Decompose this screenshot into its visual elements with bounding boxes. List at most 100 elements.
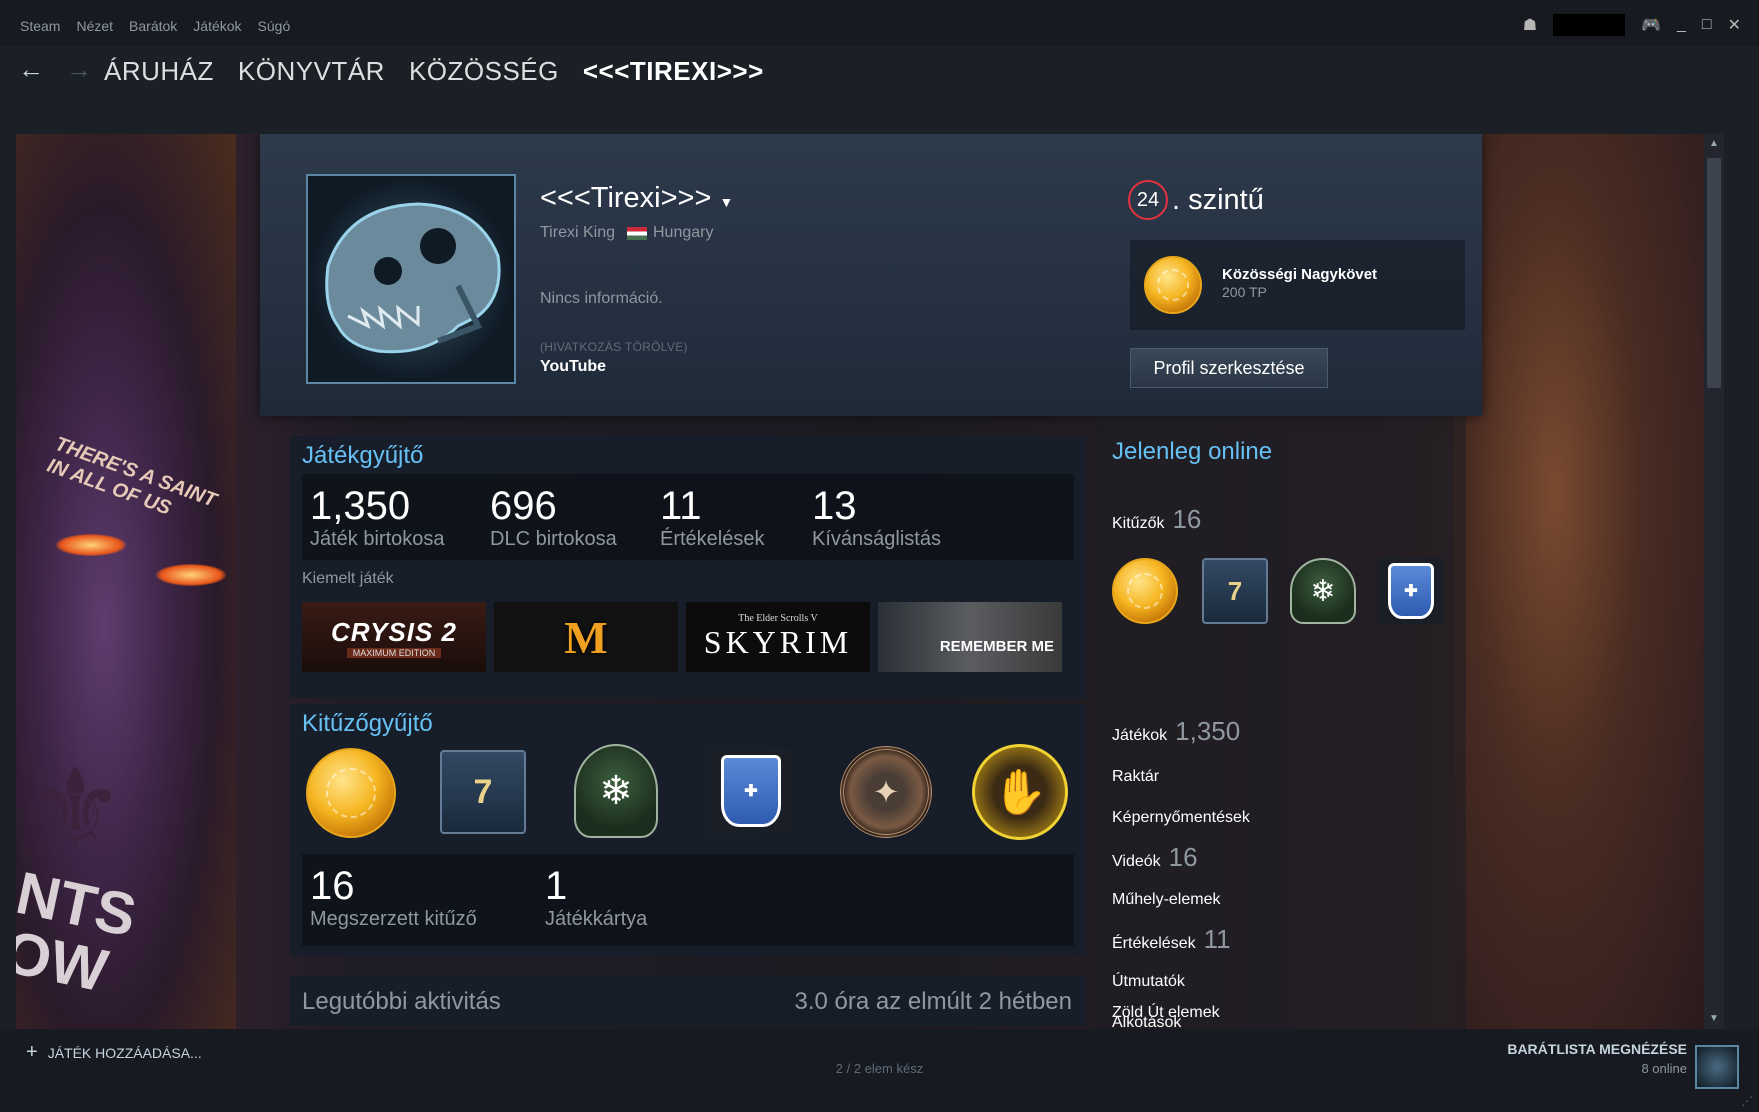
real-name-row: Tirexi King Hungary bbox=[540, 224, 713, 242]
friends-list-label: BARÁTLISTA MEGNÉZÉSE bbox=[1507, 1041, 1687, 1057]
stat-games-owned[interactable]: 1,350 Játék birtokosa bbox=[310, 484, 445, 551]
profile-sidebar: Jelenleg online Kitűzők 16 7 ❄ ✚ Játékok… bbox=[1096, 416, 1466, 1029]
fleur-de-lis-icon: ⚜ bbox=[26, 747, 125, 870]
snow-globe-icon[interactable]: ❄ bbox=[574, 744, 658, 838]
sidebar-inventory[interactable]: Raktár bbox=[1112, 768, 1159, 786]
favorite-badge-name: Közösségi Nagykövet bbox=[1222, 266, 1378, 283]
stat-wishlist[interactable]: 13 Kívánságlistás bbox=[812, 484, 941, 551]
featured-games-label: Kiemelt játék bbox=[302, 570, 394, 587]
stat-reviews[interactable]: 11 Értékelések bbox=[660, 484, 765, 551]
sidebar-count: 1,350 bbox=[1175, 716, 1241, 746]
shield-badge-icon[interactable]: ✚ bbox=[1378, 558, 1444, 624]
sidebar-label: Kitűzők bbox=[1112, 515, 1165, 532]
profile-page: THERE'S A SAINT IN ALL OF US ⚜ NTS OW <<… bbox=[16, 134, 1724, 1029]
nav-links: ÁRUHÁZ KÖNYVTÁR KÖZÖSSÉG <<<TIREXI>>> bbox=[104, 56, 764, 87]
wreath-badge-icon[interactable]: ✦ bbox=[840, 746, 932, 838]
nav-store[interactable]: ÁRUHÁZ bbox=[104, 56, 214, 87]
sidebar-videos[interactable]: Videók 16 bbox=[1112, 842, 1198, 873]
featured-game-crysis2[interactable]: CRYSIS 2 MAXIMUM EDITION bbox=[302, 602, 486, 672]
back-arrow-icon[interactable]: ← bbox=[18, 54, 44, 85]
sidebar-label: Értékelések bbox=[1112, 935, 1196, 952]
sidebar-guides[interactable]: Útmutatók bbox=[1112, 973, 1185, 991]
featured-game-skyrim[interactable]: The Elder Scrolls V SKYRIM bbox=[686, 602, 870, 672]
hungary-flag-icon bbox=[626, 226, 647, 240]
sidebar-badges[interactable]: Kitűzők 16 bbox=[1112, 504, 1201, 535]
background-art-left: THERE'S A SAINT IN ALL OF US ⚜ NTS OW bbox=[16, 134, 236, 1029]
trex-skull-icon bbox=[325, 202, 501, 354]
avatar[interactable] bbox=[306, 174, 516, 384]
recent-activity-title: Legutóbbi aktivitás bbox=[302, 988, 501, 1015]
game-stats: 1,350 Játék birtokosa 696 DLC birtokosa … bbox=[302, 474, 1074, 560]
badge-collector-showcase: Kitűzőgyűjtő 7 ❄ ✚ ✦ ✋ 16 Megszerzett ki… bbox=[290, 704, 1086, 956]
persona-name[interactable]: <<<Tirexi>>> ▼ bbox=[540, 182, 733, 215]
sidebar-workshop[interactable]: Műhely-elemek bbox=[1112, 891, 1220, 909]
sidebar-label: Játékok bbox=[1112, 727, 1168, 744]
edit-profile-button[interactable]: Profil szerkesztése bbox=[1130, 348, 1328, 388]
youtube-link[interactable]: YouTube bbox=[540, 358, 606, 376]
nav-bar: ← → ÁRUHÁZ KÖNYVTÁR KÖZÖSSÉG <<<TIREXI>>… bbox=[0, 0, 1759, 134]
background-art-right bbox=[1454, 134, 1704, 1029]
dropdown-caret-icon[interactable]: ▼ bbox=[719, 194, 733, 210]
sidebar-games[interactable]: Játékok 1,350 bbox=[1112, 716, 1240, 747]
mascot-eye bbox=[56, 534, 126, 556]
stat-label: Kívánságlistás bbox=[812, 528, 941, 550]
background-slogan: THERE'S A SAINT IN ALL OF US bbox=[44, 432, 220, 520]
stat-value: 1,350 bbox=[310, 484, 411, 528]
friends-online-count: 8 online bbox=[1641, 1061, 1687, 1076]
stat-value: 11 bbox=[660, 484, 702, 528]
nav-community[interactable]: KÖZÖSSÉG bbox=[409, 56, 559, 87]
nav-library[interactable]: KÖNYVTÁR bbox=[238, 56, 385, 87]
stat-value: 16 bbox=[310, 864, 355, 908]
country: Hungary bbox=[652, 224, 714, 241]
game-title: CRYSIS 2 bbox=[330, 616, 457, 647]
scroll-up-icon[interactable]: ▲ bbox=[1708, 138, 1720, 150]
scroll-thumb[interactable] bbox=[1707, 158, 1721, 388]
stat-value: 696 bbox=[490, 484, 557, 528]
download-status[interactable]: 2 / 2 elem kész bbox=[0, 1061, 1759, 1076]
snow-globe-icon[interactable]: ❄ bbox=[1290, 558, 1356, 624]
level-badge[interactable]: 24 bbox=[1128, 180, 1168, 220]
forward-arrow-icon[interactable]: → bbox=[66, 54, 92, 85]
profile-level: 24 . szintű bbox=[1128, 180, 1264, 220]
community-ambassador-icon[interactable] bbox=[1112, 558, 1178, 624]
scroll-down-icon[interactable]: ▼ bbox=[1708, 1013, 1720, 1025]
friends-avatar[interactable] bbox=[1695, 1045, 1739, 1089]
nav-profile[interactable]: <<<TIREXI>>> bbox=[583, 56, 764, 87]
resize-grip-icon[interactable]: ⋰ bbox=[1741, 1094, 1753, 1108]
seven-icon[interactable]: 7 bbox=[1202, 558, 1268, 624]
nav-arrows: ← → bbox=[18, 54, 92, 85]
background-saints-text: NTS OW bbox=[16, 858, 142, 1005]
stat-dlc-owned[interactable]: 696 DLC birtokosa bbox=[490, 484, 617, 551]
sidebar-screenshots[interactable]: Képernyőmentések bbox=[1112, 809, 1250, 827]
link-removed-note: (HIVATKOZÁS TÖRÖLVE) bbox=[540, 340, 688, 354]
sidebar-count: 11 bbox=[1203, 924, 1231, 954]
recent-activity: Legutóbbi aktivitás 3.0 óra az elmúlt 2 … bbox=[290, 976, 1086, 1026]
community-ambassador-icon bbox=[1144, 256, 1202, 314]
sidebar-greenlight[interactable]: Zöld Út elemek bbox=[1112, 1004, 1220, 1022]
friends-list-button[interactable]: BARÁTLISTA MEGNÉZÉSE 8 online bbox=[1507, 1041, 1687, 1076]
stat-value: 1 bbox=[545, 864, 568, 908]
persona-name-text: <<<Tirexi>>> bbox=[540, 182, 712, 214]
stat-label: Értékelések bbox=[660, 528, 765, 550]
favorite-badge-xp: 200 TP bbox=[1222, 284, 1267, 300]
hand-badge-icon[interactable]: ✋ bbox=[972, 744, 1068, 840]
stat-badges-earned[interactable]: 16 Megszerzett kitűző bbox=[310, 864, 477, 931]
shield-badge-icon[interactable]: ✚ bbox=[708, 748, 794, 834]
sidebar-label: Videók bbox=[1112, 853, 1161, 870]
stat-trading-cards[interactable]: 1 Játékkártya bbox=[545, 864, 647, 931]
game-title: REMEMBER ME bbox=[939, 637, 1054, 655]
badge-stats: 16 Megszerzett kitűző 1 Játékkártya bbox=[302, 854, 1074, 946]
showcase-title: Játékgyűjtő bbox=[302, 442, 424, 469]
online-status: Jelenleg online bbox=[1112, 438, 1273, 465]
scrollbar[interactable]: ▲ ▼ bbox=[1704, 134, 1724, 1029]
seven-icon[interactable]: 7 bbox=[440, 750, 526, 834]
stat-label: Játékkártya bbox=[545, 908, 648, 930]
sidebar-reviews[interactable]: Értékelések 11 bbox=[1112, 924, 1231, 955]
stat-label: DLC birtokosa bbox=[490, 528, 617, 550]
favorite-badge[interactable]: Közösségi Nagykövet 200 TP bbox=[1130, 240, 1465, 330]
featured-game-remember-me[interactable]: REMEMBER ME bbox=[878, 602, 1062, 672]
stat-label: Játék birtokosa bbox=[310, 528, 445, 550]
featured-game-m[interactable]: M bbox=[494, 602, 678, 672]
game-title: M bbox=[564, 611, 608, 663]
community-ambassador-icon[interactable] bbox=[306, 748, 396, 838]
